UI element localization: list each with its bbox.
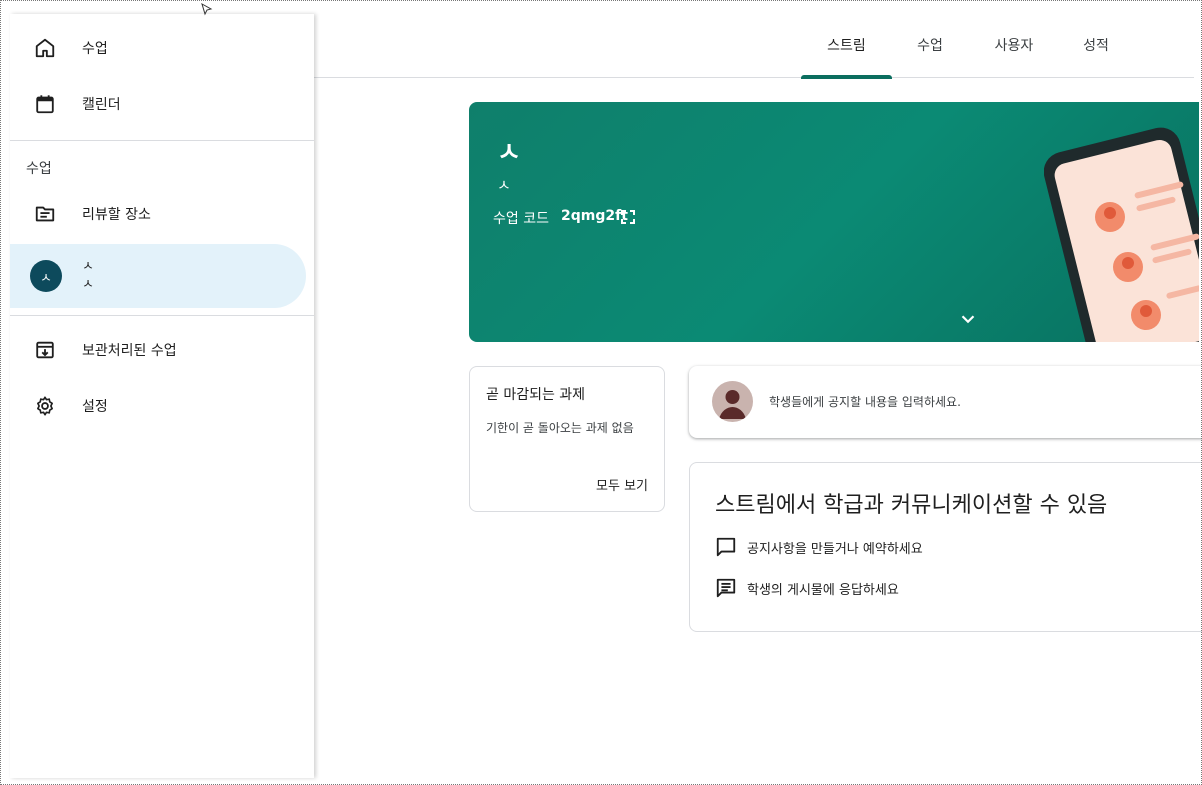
stream-info-card: 스트림에서 학급과 커뮤니케이션할 수 있음 공지사항을 만들거나 예약하세요 … [689, 462, 1202, 632]
mouse-cursor-icon [201, 2, 213, 16]
sidebar-item-label: 설정 [82, 399, 108, 415]
home-icon [34, 37, 56, 59]
sidebar-item-archived[interactable]: 보관처리된 수업 [10, 324, 306, 376]
sidebar-item-label: 리뷰할 장소 [82, 207, 151, 223]
announce-placeholder: 학생들에게 공지할 내용을 입력하세요. [769, 395, 961, 409]
tab-grades[interactable]: 성적 [1060, 12, 1132, 78]
tab-people[interactable]: 사용자 [968, 12, 1060, 78]
class-avatar: ㅅ [30, 260, 62, 292]
comment-icon [715, 536, 737, 558]
class-subtitle: ㅅ [497, 176, 511, 194]
sidebar-item-classes[interactable]: 수업 [10, 22, 306, 74]
upcoming-empty-text: 기한이 곧 돌아오는 과제 없음 [486, 421, 634, 435]
phone-illustration [1044, 127, 1199, 342]
chevron-down-icon[interactable] [957, 308, 979, 330]
sidebar-divider [10, 315, 314, 316]
sidebar-item-settings[interactable]: 설정 [10, 380, 306, 432]
sidebar-item-class[interactable]: ㅅ ㅅ ㅅ [10, 244, 306, 308]
info-row-announce: 공지사항을 만들거나 예약하세요 [715, 536, 923, 558]
sidebar-item-label: 캘린더 [82, 97, 121, 113]
tab-classwork[interactable]: 수업 [892, 12, 968, 78]
info-row-text: 학생의 게시물에 응답하세요 [747, 582, 899, 598]
sidebar-divider [10, 140, 314, 141]
info-title: 스트림에서 학급과 커뮤니케이션할 수 있음 [715, 493, 1108, 518]
fullscreen-icon[interactable] [620, 209, 636, 225]
sidebar-section-label: 수업 [26, 161, 52, 177]
message-icon [715, 577, 737, 599]
sidebar: 수업 캘린더 수업 리뷰할 장소 ㅅ ㅅ ㅅ 보관처리된 수업 설정 [10, 14, 314, 778]
class-code: 2qmg2ft [561, 208, 628, 224]
class-title: ㅅ [497, 138, 521, 168]
sidebar-item-label: 수업 [82, 41, 108, 57]
upcoming-title: 곧 마감되는 과제 [486, 387, 586, 403]
class-name: ㅅ ㅅ [82, 258, 94, 294]
class-tabs: 스트림 수업 사용자 성적 [801, 12, 1132, 79]
sidebar-item-calendar[interactable]: 캘린더 [10, 78, 306, 130]
class-name-line1: ㅅ [82, 259, 94, 274]
announce-box[interactable]: 학생들에게 공지할 내용을 입력하세요. [689, 366, 1202, 438]
class-code-label: 수업 코드 [493, 211, 549, 227]
calendar-icon [34, 93, 56, 115]
gear-icon [34, 395, 56, 417]
info-row-respond: 학생의 게시물에 응답하세요 [715, 577, 899, 599]
tab-stream[interactable]: 스트림 [801, 12, 892, 79]
sidebar-item-label: 보관처리된 수업 [82, 343, 177, 359]
class-name-line2: ㅅ [82, 277, 94, 292]
review-icon [34, 203, 56, 225]
top-bar: 스트림 수업 사용자 성적 [314, 12, 1194, 79]
view-all-link[interactable]: 모두 보기 [596, 475, 648, 494]
info-row-text: 공지사항을 만들거나 예약하세요 [747, 541, 923, 557]
archive-icon [34, 339, 56, 361]
class-banner: ㅅ ㅅ 수업 코드 2qmg2ft [469, 102, 1199, 342]
upcoming-card: 곧 마감되는 과제 기한이 곧 돌아오는 과제 없음 모두 보기 [469, 366, 665, 512]
avatar [712, 381, 753, 422]
sidebar-item-to-review[interactable]: 리뷰할 장소 [10, 188, 306, 240]
